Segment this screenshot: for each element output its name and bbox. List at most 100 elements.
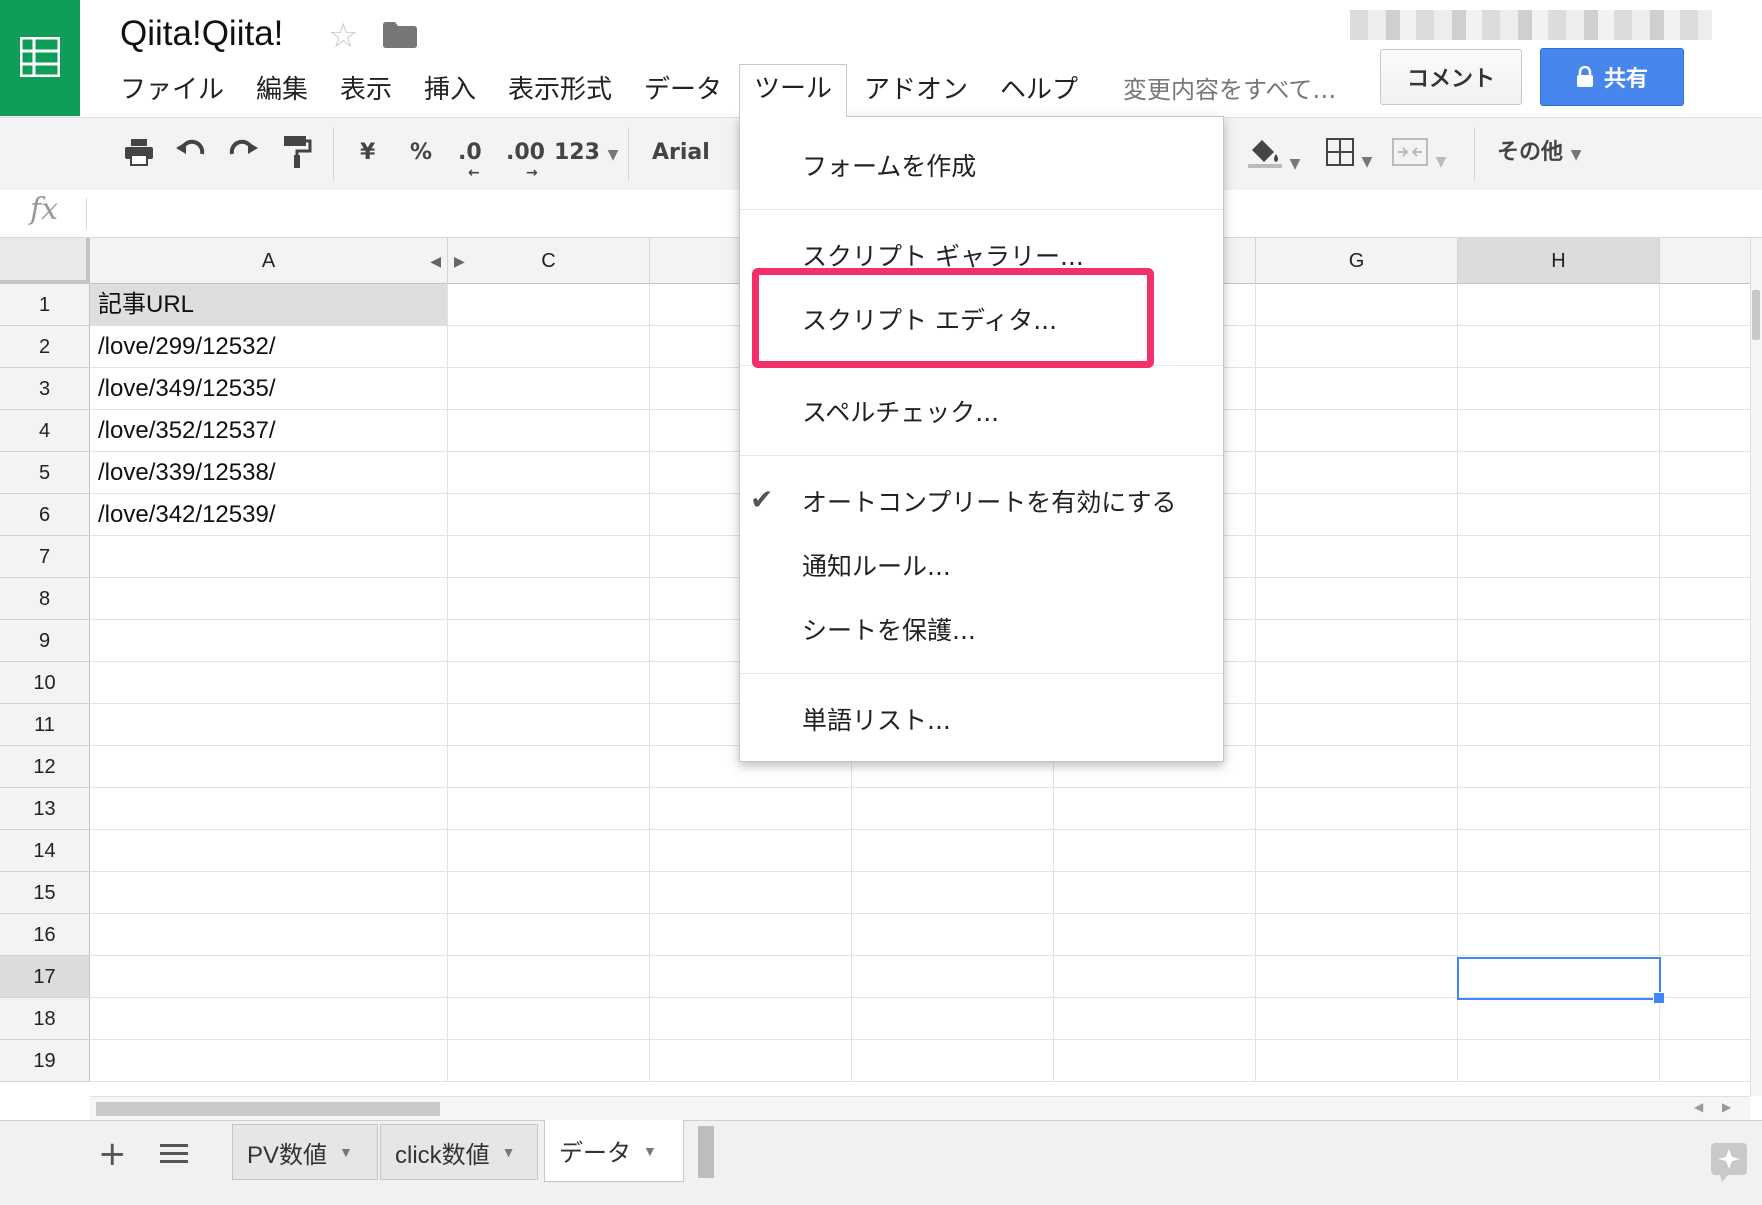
grid-cell[interactable] bbox=[448, 452, 650, 494]
grid-cell[interactable] bbox=[1660, 536, 1750, 578]
grid-cell[interactable] bbox=[1458, 830, 1660, 872]
grid-cell[interactable] bbox=[90, 956, 448, 998]
grid-cell[interactable] bbox=[1256, 998, 1458, 1040]
folder-icon[interactable] bbox=[383, 22, 417, 52]
grid-cell[interactable] bbox=[1660, 284, 1750, 326]
decrease-decimal-button[interactable]: .0 ← bbox=[458, 136, 482, 181]
grid-cell[interactable] bbox=[1054, 998, 1256, 1040]
grid-cell[interactable] bbox=[1458, 1040, 1660, 1082]
merge-cells-button[interactable]: ▼ bbox=[1392, 138, 1446, 179]
grid-cell[interactable] bbox=[1458, 662, 1660, 704]
grid-cell[interactable] bbox=[650, 998, 852, 1040]
select-all-corner[interactable] bbox=[0, 238, 90, 284]
grid-cell[interactable] bbox=[448, 662, 650, 704]
grid-cell[interactable] bbox=[1660, 788, 1750, 830]
column-header-h[interactable]: H bbox=[1458, 238, 1660, 284]
grid-cell[interactable] bbox=[90, 872, 448, 914]
row-header[interactable]: 9 bbox=[0, 620, 90, 662]
redo-icon[interactable] bbox=[228, 138, 258, 175]
grid-cell[interactable] bbox=[1256, 578, 1458, 620]
grid-cell[interactable] bbox=[1458, 788, 1660, 830]
row-header[interactable]: 7 bbox=[0, 536, 90, 578]
grid-cell[interactable] bbox=[650, 1040, 852, 1082]
grid-cell[interactable] bbox=[1256, 326, 1458, 368]
row-header[interactable]: 13 bbox=[0, 788, 90, 830]
grid-cell[interactable] bbox=[1458, 998, 1660, 1040]
grid-cell[interactable] bbox=[1054, 914, 1256, 956]
add-sheet-icon[interactable]: + bbox=[98, 1134, 127, 1174]
grid-cell[interactable] bbox=[448, 830, 650, 872]
grid-cell[interactable] bbox=[90, 578, 448, 620]
grid-cell[interactable] bbox=[1256, 704, 1458, 746]
grid-cell[interactable] bbox=[852, 998, 1054, 1040]
grid-cell[interactable] bbox=[852, 872, 1054, 914]
menu-item-notification-rules[interactable]: 通知ルール... bbox=[802, 547, 951, 583]
grid-cell[interactable] bbox=[650, 872, 852, 914]
grid-cell[interactable] bbox=[1660, 746, 1750, 788]
column-header-a[interactable]: A ◀ bbox=[90, 238, 448, 284]
grid-cell[interactable] bbox=[448, 998, 650, 1040]
grid-cell[interactable] bbox=[448, 788, 650, 830]
chevron-down-icon[interactable]: ▼ bbox=[502, 1144, 516, 1160]
grid-cell[interactable] bbox=[1256, 494, 1458, 536]
grid-cell[interactable] bbox=[1458, 284, 1660, 326]
grid-cell[interactable] bbox=[1660, 452, 1750, 494]
grid-cell[interactable] bbox=[1256, 956, 1458, 998]
menu-item-autocomplete[interactable]: オートコンプリートを有効にする bbox=[802, 483, 1177, 519]
percent-format-button[interactable]: % bbox=[410, 136, 432, 170]
menu-item-protect-sheet[interactable]: シートを保護... bbox=[802, 611, 976, 647]
grid-cell[interactable] bbox=[1054, 830, 1256, 872]
scroll-right-icon[interactable]: ▶ bbox=[1722, 1100, 1731, 1114]
grid-cell[interactable] bbox=[1256, 284, 1458, 326]
row-header[interactable]: 12 bbox=[0, 746, 90, 788]
column-header-c[interactable]: ▶ C bbox=[448, 238, 650, 284]
grid-cell[interactable] bbox=[1660, 662, 1750, 704]
grid-cell[interactable] bbox=[1458, 578, 1660, 620]
grid-cell[interactable] bbox=[852, 914, 1054, 956]
grid-cell[interactable] bbox=[90, 536, 448, 578]
menu-item-create-form[interactable]: フォームを作成 bbox=[802, 147, 976, 183]
grid-cell[interactable] bbox=[1256, 830, 1458, 872]
explore-icon[interactable] bbox=[1710, 1142, 1748, 1186]
active-cell-h17[interactable] bbox=[1457, 957, 1661, 1000]
menu-edit[interactable]: 編集 bbox=[256, 70, 308, 110]
grid-cell[interactable] bbox=[90, 1040, 448, 1082]
grid-cell[interactable] bbox=[852, 788, 1054, 830]
row-header[interactable]: 6 bbox=[0, 494, 90, 536]
grid-cell[interactable] bbox=[1256, 368, 1458, 410]
collapse-left-icon[interactable]: ◀ bbox=[430, 238, 441, 284]
grid-cell[interactable] bbox=[1660, 494, 1750, 536]
grid-cell[interactable] bbox=[1458, 914, 1660, 956]
number-format-dropdown[interactable]: 123 ▼ bbox=[554, 136, 618, 172]
grid-cell[interactable] bbox=[1458, 872, 1660, 914]
row-header[interactable]: 3 bbox=[0, 368, 90, 410]
chevron-down-icon[interactable]: ▼ bbox=[339, 1144, 353, 1160]
grid-cell[interactable] bbox=[1054, 956, 1256, 998]
grid-cell[interactable] bbox=[852, 956, 1054, 998]
grid-cell[interactable] bbox=[1660, 410, 1750, 452]
grid-cell[interactable] bbox=[448, 872, 650, 914]
grid-cell[interactable] bbox=[1660, 578, 1750, 620]
row-header[interactable]: 15 bbox=[0, 872, 90, 914]
grid-cell[interactable] bbox=[448, 1040, 650, 1082]
grid-cell[interactable] bbox=[1256, 620, 1458, 662]
comment-button[interactable]: コメント bbox=[1380, 49, 1522, 105]
grid-cell[interactable] bbox=[1256, 662, 1458, 704]
grid-cell[interactable] bbox=[1660, 704, 1750, 746]
grid-cell[interactable] bbox=[1458, 410, 1660, 452]
more-dropdown[interactable]: その他 ▼ bbox=[1497, 136, 1581, 172]
grid-cell[interactable] bbox=[448, 956, 650, 998]
grid-cell[interactable] bbox=[448, 536, 650, 578]
chevron-down-icon[interactable]: ▼ bbox=[643, 1143, 657, 1159]
sheet-tab-click[interactable]: click数値 ▼ bbox=[380, 1124, 538, 1180]
grid-cell[interactable] bbox=[852, 830, 1054, 872]
grid-cell[interactable] bbox=[448, 578, 650, 620]
row-header[interactable]: 2 bbox=[0, 326, 90, 368]
grid-cell[interactable] bbox=[1660, 830, 1750, 872]
grid-cell[interactable] bbox=[448, 914, 650, 956]
grid-cell[interactable] bbox=[1660, 620, 1750, 662]
row-header[interactable]: 18 bbox=[0, 998, 90, 1040]
grid-cell[interactable] bbox=[1458, 704, 1660, 746]
column-header-g[interactable]: G bbox=[1256, 238, 1458, 284]
grid-cell[interactable]: /love/342/12539/ bbox=[90, 494, 448, 536]
